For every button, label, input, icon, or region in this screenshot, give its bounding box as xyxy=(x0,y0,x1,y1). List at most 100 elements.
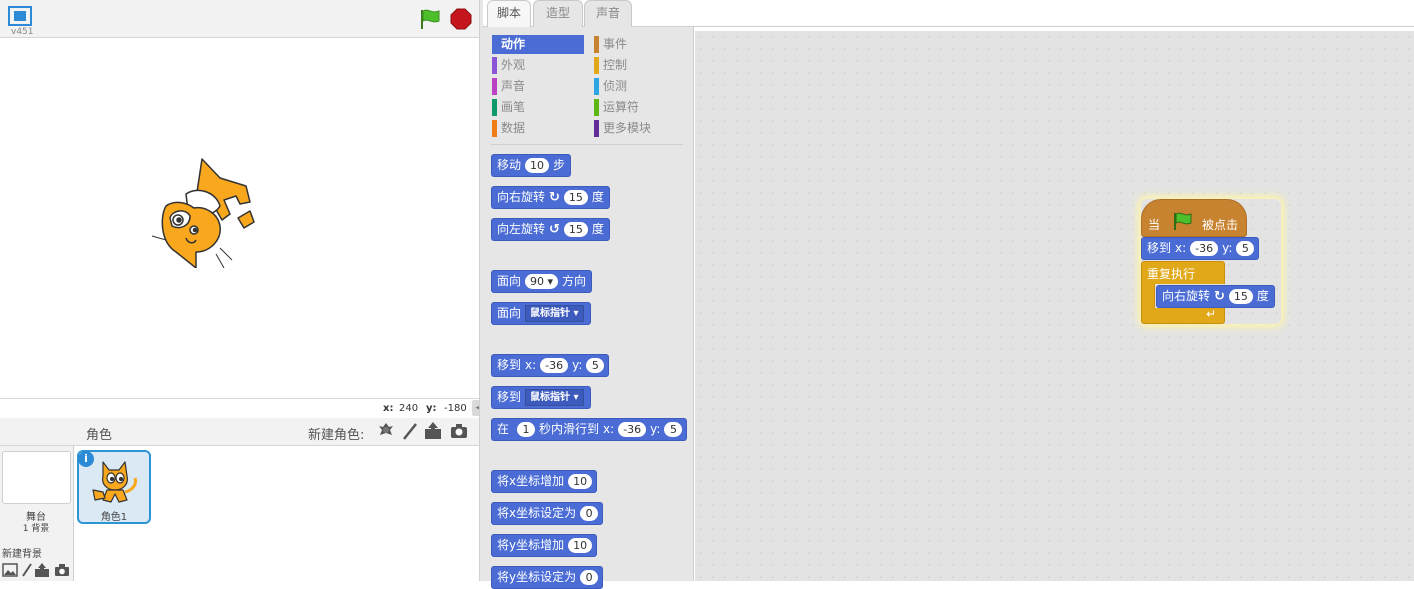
block-input[interactable]: 5 xyxy=(1236,241,1255,256)
block-point-towards[interactable]: 面向 鼠标指针 ▾ xyxy=(491,302,591,325)
category-looks-label: 外观 xyxy=(501,58,526,72)
script-stack[interactable]: 当 被点击 移到 x: -36 y: 5 重复执行 ↵ 向右旋转 ↻ 15 度 xyxy=(1141,199,1281,324)
stage-backdrop-count: 1 背景 xyxy=(22,524,50,534)
green-flag-button[interactable] xyxy=(418,8,442,30)
rotate-clockwise-icon: ↻ xyxy=(1214,289,1225,304)
mouse-x-value: 240 xyxy=(399,403,419,414)
block-label: x: xyxy=(603,422,615,436)
category-data-label: 数据 xyxy=(501,121,526,135)
block-set-x[interactable]: 将x坐标设定为 0 xyxy=(491,502,604,525)
camera-backdrop-icon[interactable] xyxy=(54,563,70,580)
block-label: 重复执行 xyxy=(1147,267,1196,281)
block-label: 移到 xyxy=(497,390,522,404)
block-label: 将x坐标增加 xyxy=(497,474,565,488)
block-turn-left[interactable]: 向左旋转 ↺ 15 度 xyxy=(491,218,610,241)
block-input[interactable]: -36 xyxy=(1190,241,1219,256)
new-backdrop-label: 新建背景 xyxy=(2,549,42,560)
block-input[interactable]: 1 xyxy=(517,422,536,437)
category-operators-label: 运算符 xyxy=(603,100,640,114)
block-dropdown-value: 鼠标指针 xyxy=(530,308,571,319)
category-pen[interactable]: 画笔 xyxy=(492,98,584,117)
scripts-area[interactable] xyxy=(695,31,1414,581)
mouse-y-label: y: xyxy=(426,403,437,414)
block-set-y[interactable]: 将y坐标设定为 0 xyxy=(491,566,604,589)
mouse-x-label: x: xyxy=(383,403,394,414)
stage-canvas[interactable] xyxy=(0,38,479,398)
category-separator xyxy=(491,144,683,145)
block-label: y: xyxy=(572,358,583,372)
block-change-y[interactable]: 将y坐标增加 10 xyxy=(491,534,598,557)
mouse-y-value: -180 xyxy=(444,403,467,414)
block-input[interactable]: 5 xyxy=(586,358,605,373)
category-operators[interactable]: 运算符 xyxy=(594,98,684,117)
block-input[interactable]: 10 xyxy=(568,474,593,489)
block-dropdown-value: 鼠标指针 xyxy=(530,392,571,403)
new-sprite-label: 新建角色: xyxy=(308,428,365,443)
category-sensing-label: 侦测 xyxy=(603,79,628,93)
block-when-flag-clicked[interactable]: 当 被点击 xyxy=(1141,199,1247,237)
block-input[interactable]: 10 xyxy=(568,538,593,553)
category-sensing[interactable]: 侦测 xyxy=(594,77,684,96)
category-events[interactable]: 事件 xyxy=(594,35,684,54)
category-control[interactable]: 控制 xyxy=(594,56,684,75)
block-go-to-xy[interactable]: 移到 x: -36 y: 5 xyxy=(491,354,610,377)
category-sound[interactable]: 声音 xyxy=(492,77,584,96)
block-turn-right[interactable]: 向右旋转 ↻ 15 度 xyxy=(491,186,610,209)
category-more-blocks[interactable]: 更多模块 xyxy=(594,119,684,138)
block-input[interactable]: 0 xyxy=(580,506,599,521)
sprite-header-label: 角色 xyxy=(86,428,113,443)
block-input[interactable]: 15 xyxy=(1228,289,1253,304)
category-more-blocks-label: 更多模块 xyxy=(603,121,652,135)
block-glide[interactable]: 在 1 秒内滑行到 x: -36 y: 5 xyxy=(491,418,688,441)
block-input[interactable]: 15 xyxy=(563,222,588,237)
cat-sprite-on-stage[interactable] xyxy=(150,156,260,269)
stage-thumbnail[interactable] xyxy=(2,451,71,504)
green-flag-icon xyxy=(1172,211,1194,234)
upload-sprite-icon[interactable] xyxy=(422,421,444,445)
stop-button[interactable] xyxy=(450,8,472,30)
block-point-in-direction[interactable]: 面向 90 ▾ 方向 xyxy=(491,270,593,293)
paint-backdrop-icon[interactable] xyxy=(21,563,33,580)
block-input[interactable]: 15 xyxy=(563,190,588,205)
backdrop-library-icon[interactable] xyxy=(2,563,18,580)
upload-backdrop-icon[interactable] xyxy=(34,562,50,581)
category-pen-label: 画笔 xyxy=(501,100,526,114)
block-input[interactable]: 5 xyxy=(664,422,683,437)
block-input[interactable]: -36 xyxy=(618,422,647,437)
sprite-library-icon[interactable] xyxy=(376,421,396,445)
tab-costumes[interactable]: 造型 xyxy=(533,0,583,27)
camera-sprite-icon[interactable] xyxy=(448,421,470,445)
block-dropdown[interactable]: 鼠标指针 ▾ xyxy=(525,305,584,322)
mouse-coords-bar: x: 240 y: -180 xyxy=(0,398,479,418)
tab-scripts[interactable]: 脚本 xyxy=(487,0,531,28)
tab-sounds[interactable]: 声音 xyxy=(584,0,632,27)
rotate-counterclockwise-icon: ↺ xyxy=(549,222,560,237)
block-label: x: xyxy=(525,358,537,372)
fullscreen-icon[interactable] xyxy=(8,6,32,26)
block-change-x[interactable]: 将x坐标增加 10 xyxy=(491,470,598,493)
block-dropdown[interactable]: 鼠标指针 ▾ xyxy=(525,389,584,406)
category-looks[interactable]: 外观 xyxy=(492,56,584,75)
block-input[interactable]: 0 xyxy=(580,570,599,585)
sprite-thumb-card[interactable]: i 角色1 xyxy=(77,450,151,524)
category-motion[interactable]: 动作 xyxy=(492,35,584,54)
block-label: 面向 xyxy=(497,306,522,320)
category-control-label: 控制 xyxy=(603,58,628,72)
block-dropdown-input[interactable]: 90 ▾ xyxy=(525,274,559,289)
loop-arrow-icon: ↵ xyxy=(1206,307,1217,321)
block-label: 向左旋转 xyxy=(497,222,546,236)
block-move-steps[interactable]: 移动 10 步 xyxy=(491,154,572,177)
block-input[interactable]: -36 xyxy=(540,358,569,373)
block-go-to-xy[interactable]: 移到 x: -36 y: 5 xyxy=(1141,237,1260,260)
block-turn-right[interactable]: 向右旋转 ↻ 15 度 xyxy=(1156,285,1275,308)
block-label: 秒内滑行到 xyxy=(539,422,600,436)
block-label: 移到 xyxy=(1147,241,1172,255)
category-data[interactable]: 数据 xyxy=(492,119,584,138)
block-input[interactable]: 10 xyxy=(525,158,550,173)
block-label: 面向 xyxy=(497,274,522,288)
block-label: y: xyxy=(650,422,661,436)
block-label: 将x坐标设定为 xyxy=(497,506,577,520)
block-label: 移动 xyxy=(497,158,522,172)
paint-sprite-icon[interactable] xyxy=(400,421,420,445)
block-go-to[interactable]: 移到 鼠标指针 ▾ xyxy=(491,386,591,409)
